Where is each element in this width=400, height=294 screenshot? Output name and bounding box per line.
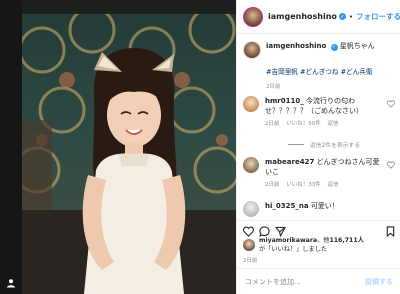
caption-body: iamgenhoshino ✓ 星帆ちゃん bbox=[266, 41, 375, 59]
reply-button[interactable]: 返信 bbox=[328, 182, 339, 188]
post-photo[interactable] bbox=[22, 0, 236, 294]
comment-body: mabeare427 どんぎつねさん可愛いこ 2日前 いいね！33件 返信 bbox=[265, 157, 383, 190]
comment-avatar[interactable] bbox=[243, 201, 259, 217]
likes-middle: 、他 bbox=[317, 237, 330, 244]
comment-item: mabeare427 どんぎつねさん可愛いこ 2日前 いいね！33件 返信 bbox=[243, 157, 399, 190]
verified-icon: ✓ bbox=[338, 13, 346, 20]
comment-username[interactable]: hi_0325_na bbox=[265, 202, 309, 210]
post-header: iamgenhoshino ✓ • フォローする bbox=[237, 0, 400, 34]
comment-meta: 2日前 いいね！33件 返信 bbox=[265, 180, 383, 190]
header-username[interactable]: iamgenhoshino bbox=[268, 12, 337, 21]
post-side-panel: iamgenhoshino ✓ • フォローする iamgenhoshino ✓… bbox=[236, 0, 400, 294]
caption-avatar[interactable] bbox=[243, 41, 261, 59]
comment-text: 可愛い！ bbox=[310, 202, 339, 210]
comment-avatar[interactable] bbox=[243, 96, 259, 112]
profile-tag-icon[interactable] bbox=[6, 278, 16, 288]
comment-body: hmr0110_ 今流行りの匂わせ？？？？？（ごめんなさい） 2日前 いいね！5… bbox=[265, 96, 383, 129]
avatar[interactable] bbox=[243, 6, 263, 27]
comment-item: hi_0325_na 可愛い！ bbox=[243, 201, 399, 217]
replies-line bbox=[288, 144, 304, 145]
comment-meta: 2日前 いいね！50件 返信 bbox=[265, 119, 383, 129]
liker-avatar[interactable] bbox=[243, 239, 255, 251]
verified-icon: ✓ bbox=[330, 43, 338, 51]
caption-time: 2日前 bbox=[266, 84, 281, 90]
add-comment-bar: 投稿する bbox=[237, 268, 400, 294]
comment-username[interactable]: mabeare427 bbox=[265, 158, 314, 166]
comment-time: 2日前 bbox=[265, 121, 280, 127]
person-figure bbox=[82, 48, 186, 294]
follow-button[interactable]: フォローする bbox=[356, 11, 400, 22]
likes-suffix: が「いいね！」しました bbox=[259, 246, 328, 253]
comment-body: hi_0325_na 可愛い！ bbox=[265, 201, 383, 217]
separator-dot: • bbox=[348, 12, 354, 21]
comment-time: 2日前 bbox=[265, 182, 280, 188]
comment-username[interactable]: hmr0110_ bbox=[265, 97, 304, 105]
show-replies-button[interactable]: 返信2件を表示する bbox=[288, 140, 360, 149]
heart-icon[interactable] bbox=[387, 161, 395, 169]
likes-count[interactable]: 116,711人 bbox=[329, 237, 363, 244]
comment-avatar[interactable] bbox=[243, 157, 259, 173]
likes-text: miyamorikawara、他116,711人 が「いいね！」しました bbox=[259, 236, 364, 254]
reply-button[interactable]: 返信 bbox=[328, 121, 339, 127]
heart-icon[interactable] bbox=[387, 100, 395, 108]
liker-username[interactable]: miyamorikawara bbox=[259, 237, 317, 244]
caption-username[interactable]: iamgenhoshino bbox=[266, 42, 326, 50]
caption: iamgenhoshino ✓ 星帆ちゃん bbox=[243, 41, 399, 59]
caption-hashtags[interactable]: #吉岡里帆 #どんぎつね #どん兵衛 bbox=[266, 66, 373, 76]
left-backdrop bbox=[0, 0, 22, 294]
comment-item: hmr0110_ 今流行りの匂わせ？？？？？（ごめんなさい） 2日前 いいね！5… bbox=[243, 96, 399, 129]
comment-likes[interactable]: いいね！50件 bbox=[286, 121, 321, 127]
comment-likes[interactable]: いいね！33件 bbox=[286, 182, 321, 188]
post-time: 2日前 bbox=[243, 258, 258, 264]
likes-summary: miyamorikawara、他116,711人 が「いいね！」しました bbox=[243, 236, 364, 254]
bookmark-icon[interactable] bbox=[385, 226, 396, 237]
show-replies-label: 返信2件を表示する bbox=[310, 143, 361, 149]
caption-text: 星帆ちゃん bbox=[339, 42, 375, 50]
post-comment-button[interactable]: 投稿する bbox=[365, 277, 393, 287]
comment-input[interactable] bbox=[245, 277, 365, 286]
